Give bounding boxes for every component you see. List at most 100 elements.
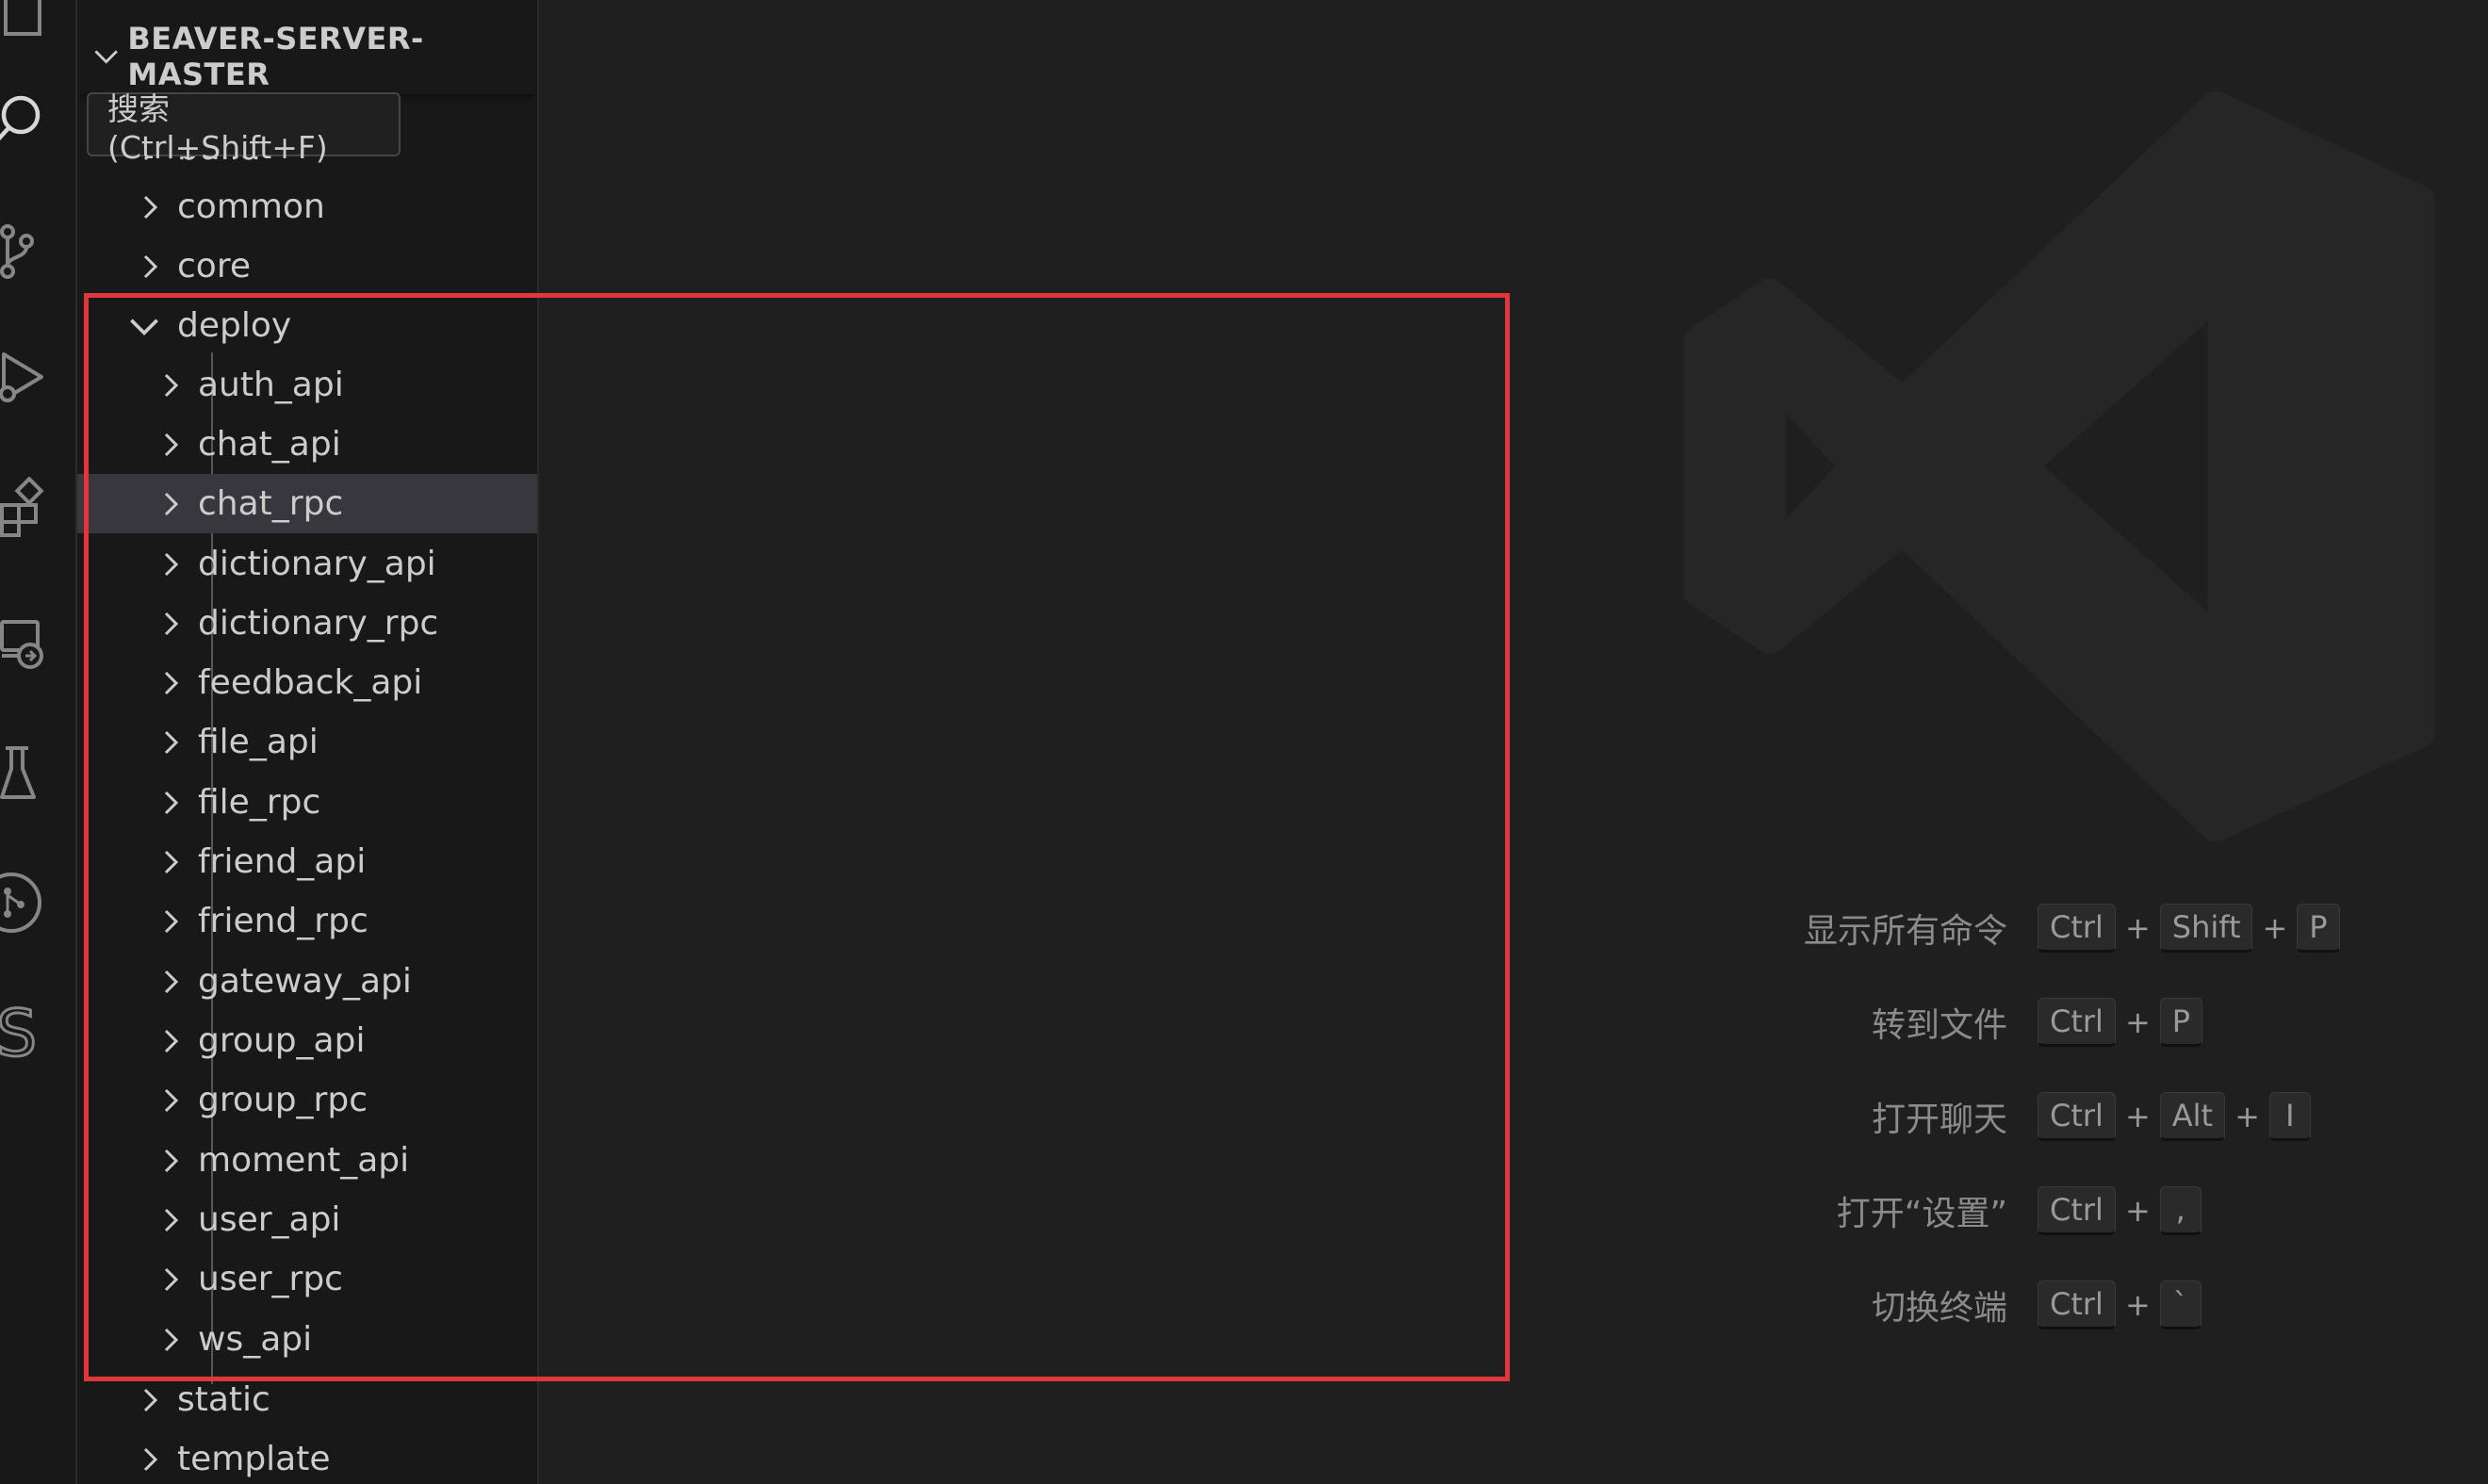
chevron-right-icon bbox=[143, 1447, 158, 1471]
shortcut-row: 切换终端 Ctrl + ` bbox=[1696, 1277, 2450, 1333]
shortcut-row: 打开“设置” Ctrl + , bbox=[1696, 1182, 2450, 1239]
plus-sign: + bbox=[2262, 910, 2288, 946]
tree-folder-friend-api[interactable]: friend_api bbox=[77, 832, 537, 891]
tree-folder-gateway-api[interactable]: gateway_api bbox=[77, 952, 537, 1011]
shortcut-row: 转到文件 Ctrl + P bbox=[1696, 994, 2450, 1051]
chevron-down-icon bbox=[130, 318, 158, 335]
tree-folder-dictionary-api[interactable]: dictionary_api bbox=[77, 534, 537, 594]
keycap: Ctrl bbox=[2038, 904, 2116, 953]
explorer-title: BEAVER-SERVER-MASTER bbox=[127, 21, 424, 92]
tree-folder-moment-api[interactable]: moment_api bbox=[77, 1131, 537, 1190]
shortcut-label: 转到文件 bbox=[1871, 1006, 2007, 1045]
plus-sign: + bbox=[2124, 1193, 2151, 1229]
git-graph-icon[interactable] bbox=[0, 871, 66, 937]
shortcut-label: 切换终端 bbox=[1871, 1289, 2007, 1328]
shortcut-label: 打开“设置” bbox=[1836, 1195, 2007, 1233]
tree-folder-common[interactable]: common bbox=[77, 177, 537, 236]
tree-item-label: user_api bbox=[198, 1200, 341, 1239]
tree-item-label: moment_api bbox=[198, 1141, 410, 1180]
tree-item-label: dictionary_api bbox=[198, 545, 436, 583]
tree-folder-static[interactable]: static bbox=[77, 1370, 537, 1429]
tree-folder-friend-rpc[interactable]: friend_rpc bbox=[77, 891, 537, 951]
keycap: Shift bbox=[2159, 904, 2253, 953]
tree-item-label: file_rpc bbox=[198, 783, 321, 822]
shortcut-row: 打开聊天 Ctrl + Alt + I bbox=[1696, 1088, 2450, 1145]
keycap: , bbox=[2159, 1186, 2202, 1235]
tree-folder-auth-api[interactable]: auth_api bbox=[77, 355, 537, 415]
shortcut-row: 显示所有命令 Ctrl + Shift + P bbox=[1696, 900, 2450, 956]
tree-item-label: static bbox=[177, 1380, 270, 1419]
s-extension-icon[interactable]: S bbox=[0, 1001, 66, 1067]
testing-icon[interactable] bbox=[0, 742, 66, 808]
keycap: Ctrl bbox=[2038, 998, 2116, 1047]
tree-folder-feedback-api[interactable]: feedback_api bbox=[77, 653, 537, 712]
keycap: Ctrl bbox=[2038, 1186, 2116, 1235]
tree-item-label: group_api bbox=[198, 1021, 366, 1060]
tree-folder-template[interactable]: template bbox=[77, 1429, 537, 1484]
keycap: P bbox=[2297, 904, 2340, 953]
tree-item-label: group_rpc bbox=[198, 1081, 368, 1119]
chevron-right-icon bbox=[164, 1267, 179, 1291]
tree-item-label: auth_api bbox=[198, 366, 344, 404]
keycap: Ctrl bbox=[2038, 1092, 2116, 1141]
activity-bar: S bbox=[0, 0, 77, 1484]
keycap: P bbox=[2159, 998, 2203, 1047]
tree-item-label: file_api bbox=[198, 723, 319, 761]
tree-folder-file-api[interactable]: file_api bbox=[77, 712, 537, 772]
vscode-logo-icon bbox=[1683, 90, 2435, 842]
tree-item-label: feedback_api bbox=[198, 663, 423, 702]
tree-folder-group-api[interactable]: group_api bbox=[77, 1011, 537, 1070]
tree-item-label: friend_api bbox=[198, 842, 367, 881]
chevron-right-icon bbox=[164, 850, 179, 873]
search-icon[interactable] bbox=[0, 83, 66, 149]
tree-item-label: chat_api bbox=[198, 425, 341, 464]
tree-folder-ws-api[interactable]: ws_api bbox=[77, 1310, 537, 1369]
search-tooltip: 搜索 (Ctrl+Shift+F) bbox=[87, 90, 401, 166]
tree-folder-deploy[interactable]: deploy bbox=[77, 296, 537, 355]
chevron-right-icon bbox=[143, 1388, 158, 1411]
chevron-right-icon bbox=[164, 791, 179, 814]
explorer-icon[interactable] bbox=[0, 0, 66, 45]
plus-sign: + bbox=[2124, 1099, 2151, 1134]
chevron-right-icon bbox=[164, 671, 179, 694]
chevron-right-icon bbox=[164, 373, 179, 397]
plus-sign: + bbox=[2124, 1287, 2151, 1323]
chevron-right-icon bbox=[164, 1208, 179, 1231]
tree-folder-group-rpc[interactable]: group_rpc bbox=[77, 1070, 537, 1130]
plus-sign: + bbox=[2124, 910, 2151, 946]
chevron-right-icon bbox=[164, 909, 179, 933]
remote-explorer-icon[interactable] bbox=[0, 612, 66, 678]
run-debug-icon[interactable] bbox=[0, 347, 66, 413]
extensions-icon[interactable] bbox=[0, 477, 66, 543]
keycap: Alt bbox=[2159, 1092, 2226, 1141]
tree-item-label: gateway_api bbox=[198, 962, 412, 1001]
shortcut-label: 显示所有命令 bbox=[1803, 912, 2007, 951]
explorer-sidebar: BEAVER-SERVER-MASTER api build common co… bbox=[77, 0, 539, 1484]
chevron-right-icon bbox=[143, 195, 158, 219]
chevron-right-icon bbox=[164, 552, 179, 576]
source-control-icon[interactable] bbox=[0, 219, 66, 285]
tree-item-label: deploy bbox=[177, 306, 292, 345]
tree-folder-file-rpc[interactable]: file_rpc bbox=[77, 773, 537, 832]
tree-folder-chat-api[interactable]: chat_api bbox=[77, 415, 537, 474]
tree-item-label: dictionary_rpc bbox=[198, 604, 439, 643]
tree-folder-user-rpc[interactable]: user_rpc bbox=[77, 1249, 537, 1309]
tree-item-label: core bbox=[177, 247, 251, 285]
tree-folder-chat-rpc[interactable]: chat_rpc bbox=[77, 474, 537, 533]
chevron-down-icon bbox=[94, 50, 118, 64]
chevron-right-icon bbox=[164, 1328, 179, 1351]
chevron-right-icon bbox=[164, 492, 179, 515]
chevron-right-icon bbox=[164, 1029, 179, 1052]
plus-sign: + bbox=[2124, 1004, 2151, 1040]
tree-folder-dictionary-rpc[interactable]: dictionary_rpc bbox=[77, 594, 537, 653]
tree-folder-user-api[interactable]: user_api bbox=[77, 1190, 537, 1249]
tree-item-label: user_rpc bbox=[198, 1260, 343, 1298]
tree-item-label: friend_rpc bbox=[198, 902, 368, 940]
plus-sign: + bbox=[2234, 1099, 2260, 1134]
chevron-right-icon bbox=[164, 432, 179, 456]
chevron-right-icon bbox=[143, 254, 158, 278]
tree-folder-core[interactable]: core bbox=[77, 236, 537, 296]
shortcut-label: 打开聊天 bbox=[1871, 1101, 2007, 1139]
tree-item-label: common bbox=[177, 188, 325, 226]
tree-item-label: template bbox=[177, 1440, 331, 1478]
